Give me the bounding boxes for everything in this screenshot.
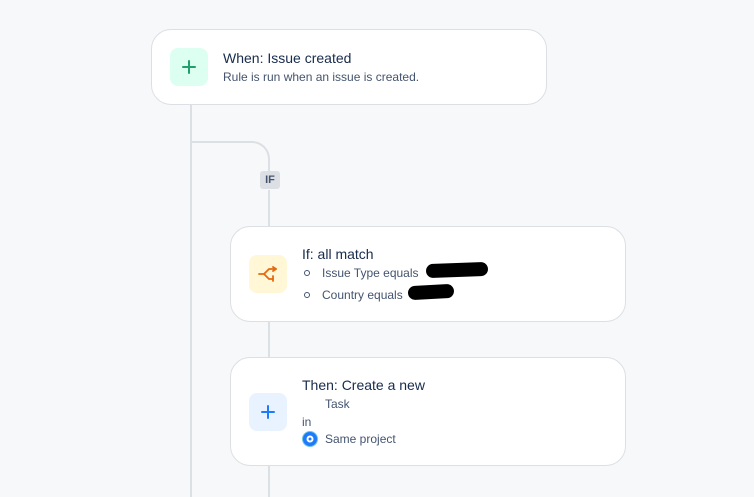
branch-connector-vertical-mid — [268, 321, 270, 358]
condition-card[interactable]: If: all match Issue Type equals Country … — [230, 226, 626, 322]
project-avatar — [302, 431, 318, 447]
action-icon-box — [249, 393, 287, 431]
action-card[interactable]: Then: Create a new Task in Same project — [230, 357, 626, 466]
action-title: Then: Create a new — [302, 377, 425, 393]
condition-title: If: all match — [302, 246, 374, 262]
condition-icon-box — [249, 255, 287, 293]
branch-connector-vertical-top — [268, 190, 270, 227]
condition-item-issue-type: Issue Type equals — [302, 265, 419, 287]
if-badge: IF — [260, 171, 280, 189]
condition-list: Issue Type equals Country equals — [302, 265, 419, 309]
redaction-mark — [407, 283, 455, 301]
action-in-label: in — [302, 415, 312, 429]
project-icon — [306, 435, 314, 443]
action-issue-type: Task — [325, 397, 350, 411]
redaction-mark — [425, 261, 489, 279]
plus-icon — [182, 60, 196, 74]
main-connector-line — [190, 104, 192, 497]
action-project: Same project — [325, 432, 396, 446]
plus-icon — [261, 405, 275, 419]
branch-icon — [258, 266, 277, 282]
trigger-card[interactable]: When: Issue created Rule is run when an … — [151, 29, 547, 105]
trigger-icon-box — [170, 48, 208, 86]
branch-connector-curve — [232, 141, 270, 171]
trigger-description: Rule is run when an issue is created. — [223, 70, 420, 84]
branch-connector-vertical-bottom — [268, 465, 270, 497]
condition-item-country: Country equals — [302, 287, 419, 309]
trigger-title: When: Issue created — [223, 50, 352, 66]
rule-canvas: IF When: Issue created Rule is run when … — [0, 0, 754, 497]
